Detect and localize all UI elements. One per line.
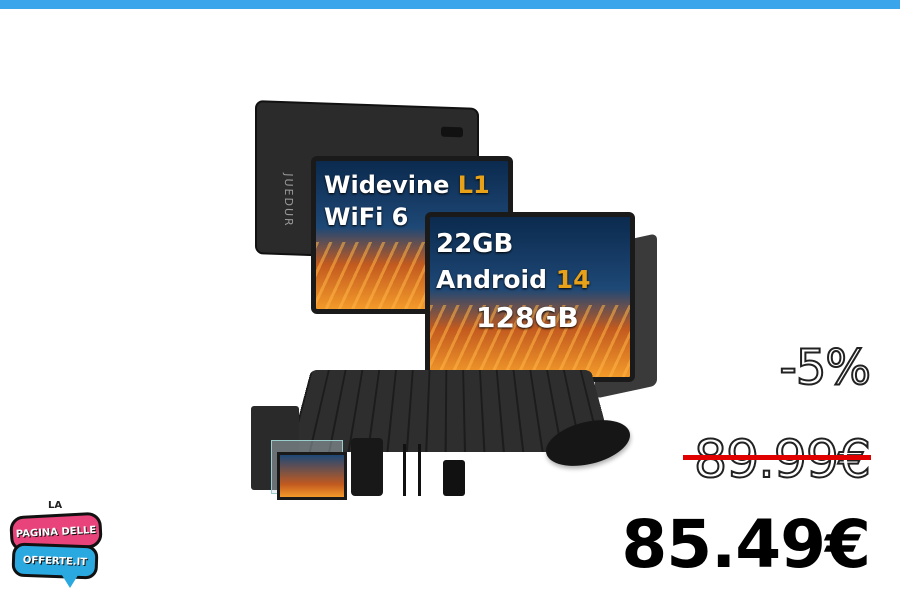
logo-line2: OFFERTE.IT [11, 542, 99, 580]
new-price: 85.49€ [621, 506, 871, 583]
site-logo: LA PAGINA DELLE OFFERTE.IT [8, 500, 103, 598]
product-image: JUEDUR Widevine L1 WiFi 6 22GB Android 1… [245, 100, 665, 500]
accessory-tablet-thumbnail [277, 452, 347, 500]
logo-top-word: LA [48, 500, 63, 511]
camera-icon [441, 126, 463, 138]
tablet-screen-keyboard: 22GB Android 14 128GB [425, 212, 635, 382]
accessory-cable-icon [403, 444, 421, 496]
accessory-otg-adapter-icon [443, 460, 465, 496]
top-accent-bar [0, 0, 900, 9]
feature-wifi: WiFi 6 [324, 203, 409, 231]
feature-ram: 22GB [436, 229, 514, 259]
feature-android: Android 14 [436, 265, 591, 294]
accessory-charger-icon [351, 438, 383, 496]
logo-speech-tail [60, 572, 80, 588]
feature-widevine: Widevine L1 [324, 171, 490, 199]
old-price-strikethrough [683, 455, 871, 460]
old-price: 89.99€ [693, 429, 872, 491]
feature-storage: 128GB [476, 301, 579, 334]
tablet-brand: JUEDUR [282, 173, 295, 228]
discount-percent: -5% [779, 339, 872, 397]
